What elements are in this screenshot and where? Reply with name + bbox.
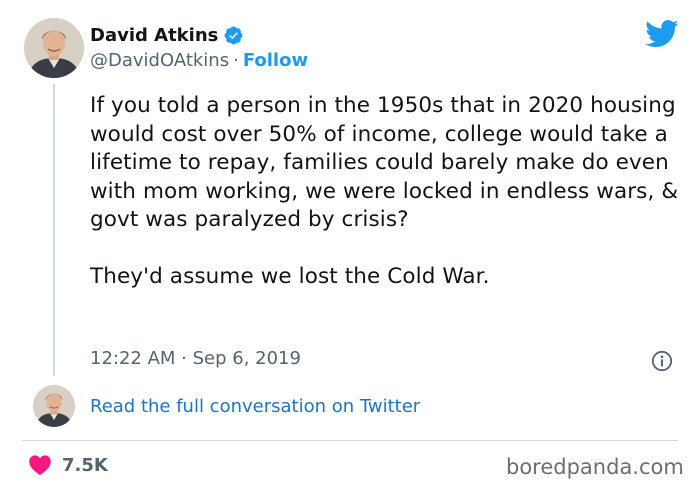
info-icon[interactable] — [651, 350, 673, 372]
author-name-row: David Atkins — [90, 22, 244, 48]
tweet-paragraph: They'd assume we lost the Cold War. — [90, 264, 490, 289]
watermark: boredpanda.com — [506, 455, 684, 479]
tweet-text: If you told a person in the 1950s that i… — [90, 92, 690, 292]
author-handle-row: @DavidOAtkins · Follow — [90, 50, 308, 71]
twitter-bird-icon[interactable] — [645, 20, 679, 48]
like-button[interactable]: 7.5K — [28, 454, 108, 476]
author-name[interactable]: David Atkins — [90, 25, 218, 46]
verified-badge-icon — [224, 26, 243, 44]
reply-avatar — [33, 385, 75, 427]
divider — [22, 440, 678, 441]
like-count: 7.5K — [62, 454, 108, 476]
author-handle[interactable]: @DavidOAtkins — [90, 50, 229, 71]
thread-line — [53, 84, 55, 376]
follow-button[interactable]: Follow — [243, 50, 308, 71]
tweet-timestamp[interactable]: 12:22 AM · Sep 6, 2019 — [90, 348, 301, 369]
read-conversation-link[interactable]: Read the full conversation on Twitter — [90, 396, 420, 417]
author-avatar[interactable] — [24, 18, 84, 78]
handle-separator: · — [233, 50, 239, 71]
tweet-paragraph: If you told a person in the 1950s that i… — [90, 93, 679, 232]
heart-icon — [29, 455, 51, 476]
